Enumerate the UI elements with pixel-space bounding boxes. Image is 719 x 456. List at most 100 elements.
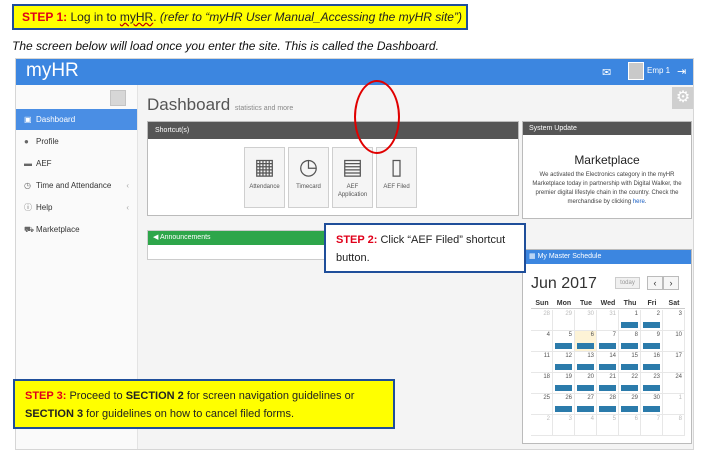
calendar-day-cell[interactable]: 17 xyxy=(663,352,685,373)
sidebar-item-dashboard[interactable]: ▣ Dashboard xyxy=(16,109,137,130)
clock-icon: ◷ xyxy=(298,154,319,179)
calendar-day-cell[interactable]: 8 xyxy=(619,331,641,352)
folder-icon: ▬ xyxy=(24,159,32,168)
sidebar-item-marketplace[interactable]: ⛟ Marketplace xyxy=(16,219,137,240)
schedule-event[interactable] xyxy=(599,343,616,349)
calendar-day-number: 7 xyxy=(656,416,660,422)
calendar-day-cell[interactable]: 18 xyxy=(531,373,553,394)
menu-toggle-icon[interactable] xyxy=(110,90,126,106)
schedule-event[interactable] xyxy=(555,364,572,370)
calendar-day-cell[interactable]: 5 xyxy=(597,415,619,436)
calendar-day-cell[interactable]: 10 xyxy=(663,331,685,352)
calendar-day-number: 16 xyxy=(653,353,660,359)
calendar-day-cell[interactable]: 6 xyxy=(619,415,641,436)
calendar-day-cell[interactable]: 7 xyxy=(597,331,619,352)
calendar-day-cell[interactable]: 3 xyxy=(553,415,575,436)
calendar-day-cell[interactable]: 24 xyxy=(663,373,685,394)
calendar-day-cell[interactable]: 25 xyxy=(531,394,553,415)
calendar-day-number: 28 xyxy=(543,311,550,317)
schedule-event[interactable] xyxy=(643,322,660,328)
shortcut-attendance-button[interactable]: ▦ Attendance xyxy=(244,147,285,208)
sidebar-item-profile[interactable]: ● Profile xyxy=(16,131,137,152)
calendar-day-cell[interactable]: 7 xyxy=(641,415,663,436)
calendar-day-cell[interactable]: 11 xyxy=(531,352,553,373)
calendar-day-number: 6 xyxy=(634,416,638,422)
user-name[interactable]: Emp 1 xyxy=(647,66,670,75)
calendar-day-cell[interactable]: 29 xyxy=(619,394,641,415)
schedule-event[interactable] xyxy=(599,364,616,370)
schedule-event[interactable] xyxy=(599,406,616,412)
calendar-day-cell[interactable]: 4 xyxy=(531,331,553,352)
calendar-day-cell[interactable]: 15 xyxy=(619,352,641,373)
sidebar-item-aef[interactable]: ▬ AEF xyxy=(16,153,137,174)
step1-punct: . xyxy=(153,10,160,24)
sidebar-item-time-attendance[interactable]: ◷ Time and Attendance ‹ xyxy=(16,175,137,196)
calendar-day-cell[interactable]: 31 xyxy=(597,310,619,331)
today-button[interactable]: today xyxy=(615,277,640,289)
schedule-event[interactable] xyxy=(599,385,616,391)
schedule-event[interactable] xyxy=(621,385,638,391)
avatar[interactable] xyxy=(628,62,644,80)
schedule-event[interactable] xyxy=(643,343,660,349)
calendar-day-cell[interactable]: 12 xyxy=(553,352,575,373)
calendar-day-cell[interactable]: 20 xyxy=(575,373,597,394)
calendar-day-cell[interactable]: 3 xyxy=(663,310,685,331)
calendar-day-cell[interactable]: 28 xyxy=(597,394,619,415)
calendar-day-cell[interactable]: 1 xyxy=(663,394,685,415)
calendar-month-title: Jun 2017 xyxy=(531,275,597,292)
calendar-day-cell[interactable]: 22 xyxy=(619,373,641,394)
prev-month-button[interactable]: ‹ xyxy=(647,276,663,290)
calendar-day-cell[interactable]: 14 xyxy=(597,352,619,373)
schedule-event[interactable] xyxy=(643,385,660,391)
sign-out-icon[interactable]: ⇥ xyxy=(677,65,686,78)
schedule-event[interactable] xyxy=(621,364,638,370)
shortcut-aef-application-button[interactable]: ▤ AEF Application xyxy=(332,147,373,208)
schedule-event[interactable] xyxy=(577,343,594,349)
calendar-day-number: 26 xyxy=(565,395,572,401)
intro-caption: The screen below will load once you ente… xyxy=(12,39,439,53)
next-month-button[interactable]: › xyxy=(663,276,679,290)
schedule-event[interactable] xyxy=(555,385,572,391)
schedule-event[interactable] xyxy=(555,406,572,412)
schedule-event[interactable] xyxy=(643,406,660,412)
shortcut-aef-filed-button[interactable]: ▯ AEF Filed xyxy=(376,147,417,208)
step3-section3: SECTION 3 xyxy=(25,408,84,420)
calendar-day-cell[interactable]: 26 xyxy=(553,394,575,415)
calendar-day-cell[interactable]: 5 xyxy=(553,331,575,352)
calendar-day-cell[interactable]: 4 xyxy=(575,415,597,436)
shortcut-timecard-button[interactable]: ◷ Timecard xyxy=(288,147,329,208)
calendar-day-cell[interactable]: 13 xyxy=(575,352,597,373)
announcements-header: ◀ Announcements xyxy=(148,231,336,245)
gear-icon[interactable]: ⚙ xyxy=(672,87,693,109)
calendar-day-number: 6 xyxy=(590,332,594,338)
calendar-day-number: 4 xyxy=(590,416,594,422)
calendar-day-cell[interactable]: 19 xyxy=(553,373,575,394)
calendar-day-cell[interactable]: 16 xyxy=(641,352,663,373)
calendar-day-cell[interactable]: 6 xyxy=(575,331,597,352)
schedule-event[interactable] xyxy=(621,406,638,412)
brand-logo[interactable]: myHR xyxy=(26,60,79,82)
calendar-day-cell[interactable]: 30 xyxy=(641,394,663,415)
calendar-day-cell[interactable]: 28 xyxy=(531,310,553,331)
calendar-day-cell[interactable]: 27 xyxy=(575,394,597,415)
schedule-event[interactable] xyxy=(621,343,638,349)
schedule-event[interactable] xyxy=(555,343,572,349)
calendar-day-cell[interactable]: 9 xyxy=(641,331,663,352)
weekday-header: Tue xyxy=(575,298,597,309)
envelope-icon[interactable]: ✉ xyxy=(602,66,611,79)
marketplace-here-link[interactable]: here xyxy=(633,199,645,205)
schedule-event[interactable] xyxy=(577,364,594,370)
calendar-day-cell[interactable]: 2 xyxy=(531,415,553,436)
calendar-day-cell[interactable]: 29 xyxy=(553,310,575,331)
calendar-day-cell[interactable]: 23 xyxy=(641,373,663,394)
calendar-day-cell[interactable]: 8 xyxy=(663,415,685,436)
sidebar-item-help[interactable]: ⓘ Help ‹ xyxy=(16,197,137,218)
schedule-event[interactable] xyxy=(577,385,594,391)
schedule-event[interactable] xyxy=(643,364,660,370)
schedule-event[interactable] xyxy=(621,322,638,328)
schedule-event[interactable] xyxy=(577,406,594,412)
calendar-day-cell[interactable]: 1 xyxy=(619,310,641,331)
calendar-day-cell[interactable]: 21 xyxy=(597,373,619,394)
calendar-day-cell[interactable]: 2 xyxy=(641,310,663,331)
calendar-day-cell[interactable]: 30 xyxy=(575,310,597,331)
